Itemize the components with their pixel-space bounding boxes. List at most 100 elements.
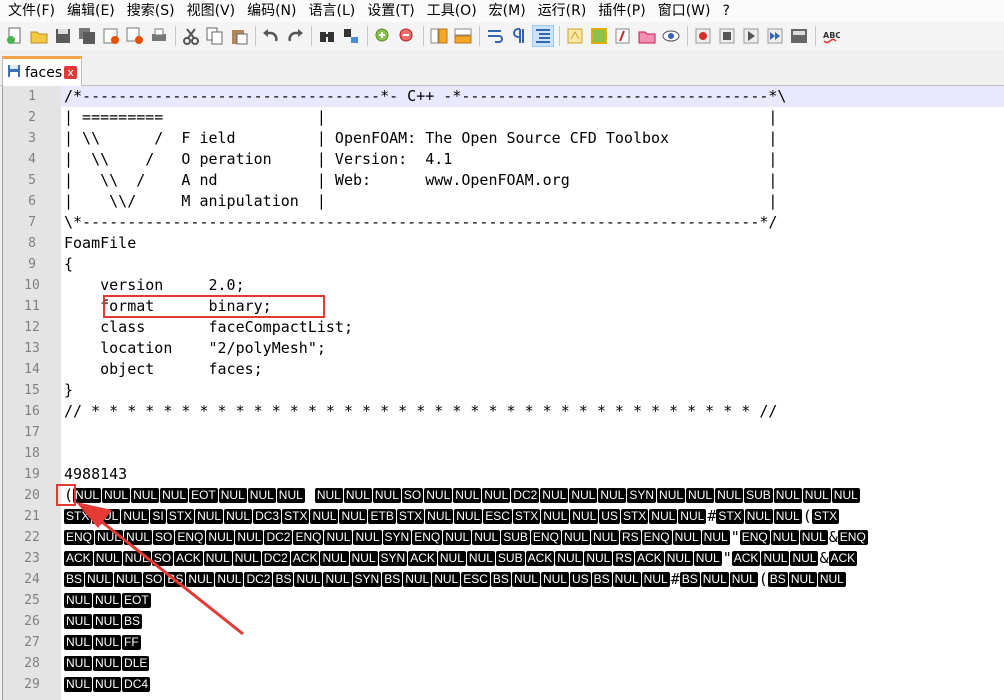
line-number: 25 <box>24 593 40 608</box>
code-area[interactable]: /*---------------------------------*- C+… <box>64 86 1004 700</box>
control-char-badge: NUL <box>224 509 253 524</box>
function-list-button[interactable] <box>612 25 634 47</box>
close-all-button[interactable] <box>124 25 146 47</box>
menu-item-1[interactable]: 编辑(E) <box>61 0 121 22</box>
close-icon[interactable]: x <box>64 66 78 79</box>
control-char-badge: STX <box>282 509 310 524</box>
control-char-badge: NUL <box>235 530 264 545</box>
replace-button[interactable] <box>340 25 362 47</box>
control-char-badge: NUL <box>686 488 715 503</box>
menu-item-5[interactable]: 语言(L) <box>303 0 362 22</box>
sync-horizontal-button[interactable] <box>452 25 474 47</box>
control-char-badge: NUL <box>64 614 93 629</box>
menu-item-4[interactable]: 编码(N) <box>241 0 302 22</box>
record-macro-button[interactable] <box>692 25 714 47</box>
sync-vertical-icon <box>430 28 448 44</box>
new-file-button[interactable] <box>4 25 26 47</box>
toolbar-separator <box>255 26 256 46</box>
code-line: | \\ / A nd | Web: www.OpenFOAM.org | <box>64 171 778 189</box>
show-all-chars-button[interactable] <box>508 25 530 47</box>
zoom-out-button[interactable] <box>396 25 418 47</box>
undo-button[interactable] <box>260 25 282 47</box>
control-char-badge: NUL <box>590 530 619 545</box>
menu-item-2[interactable]: 搜索(S) <box>121 0 181 22</box>
spell-check-button[interactable]: ABC <box>820 25 842 47</box>
stop-record-button[interactable] <box>716 25 738 47</box>
play-macro-icon <box>743 28 759 44</box>
code-line: location "2/polyMesh"; <box>64 339 326 357</box>
menu-item-0[interactable]: 文件(F) <box>2 0 61 22</box>
menu-item-3[interactable]: 视图(V) <box>181 0 242 22</box>
control-char-badge: NUL <box>799 530 828 545</box>
indent-guide-button[interactable] <box>532 25 554 47</box>
line-number: 3 <box>28 131 36 146</box>
binary-line: STX NUL NUL SI STX NUL NUL DC3 STX NUL NUL ETB STX NU… <box>64 506 840 527</box>
control-char-badge: NUL <box>64 593 93 608</box>
editor[interactable]: 1 2 3 4 5 6 7 8 9 10 11 12 13 14 15 16 17 18 19 20 21 22 23 24 2… <box>2 86 1004 700</box>
doc-map-button[interactable] <box>588 25 610 47</box>
zoom-out-icon <box>399 28 413 42</box>
paste-button[interactable] <box>228 25 250 47</box>
control-char-badge: BS <box>382 572 403 587</box>
function-list-icon <box>615 28 630 44</box>
control-char-badge: NUL <box>323 572 352 587</box>
control-char-badge: SO <box>151 551 174 566</box>
menu-item-8[interactable]: 宏(M) <box>483 0 532 22</box>
close-button[interactable] <box>100 25 122 47</box>
open-file-button[interactable] <box>28 25 50 47</box>
control-char-badge: BS <box>591 572 612 587</box>
menu-item-11[interactable]: 窗口(W) <box>652 0 717 22</box>
copy-button[interactable] <box>204 25 226 47</box>
control-char-badge: FF <box>122 635 141 650</box>
control-char-badge: NUL <box>790 551 819 566</box>
control-char-badge: ACK <box>408 551 437 566</box>
control-char-badge: NUL <box>203 551 232 566</box>
control-char-badge: NUL <box>343 488 372 503</box>
control-char-badge: NUL <box>693 551 722 566</box>
cut-button[interactable] <box>180 25 202 47</box>
monitor-button[interactable] <box>660 25 682 47</box>
udl-button[interactable] <box>564 25 586 47</box>
toolbar-separator <box>559 26 560 46</box>
control-char-badge: ACK <box>174 551 203 566</box>
control-char-badge: ACK <box>290 551 320 566</box>
play-macro-button[interactable] <box>740 25 762 47</box>
control-char-badge: NUL <box>93 656 122 671</box>
line-number: 27 <box>24 635 40 650</box>
find-button[interactable] <box>316 25 338 47</box>
menu-item-12[interactable]: ? <box>717 0 736 22</box>
menu-item-9[interactable]: 运行(R) <box>532 0 593 22</box>
control-char-badge: NUL <box>540 572 569 587</box>
code-line: | \\/ M anipulation | | <box>64 192 778 210</box>
undo-icon <box>263 29 278 42</box>
control-char-badge: SO <box>153 530 175 545</box>
tab-bar: faces x <box>0 52 1004 86</box>
control-char-badge: NUL <box>339 509 368 524</box>
tab-faces[interactable]: faces x <box>2 56 83 86</box>
word-wrap-button[interactable] <box>484 25 506 47</box>
control-char-badge: SO <box>401 488 424 503</box>
save-all-button[interactable] <box>76 25 98 47</box>
control-char-badge: STX <box>64 509 92 524</box>
save-button[interactable] <box>52 25 74 47</box>
control-char-badge: DC2 <box>511 488 540 503</box>
line-number-gutter: 1 2 3 4 5 6 7 8 9 10 11 12 13 14 15 16 17 18 19 20 21 22 23 24 2… <box>3 86 61 700</box>
menu-item-7[interactable]: 工具(O) <box>421 0 483 22</box>
control-char-badge: NUL <box>761 551 790 566</box>
binary-line: ENQ NUL NUL SO ENQ NUL NUL DC2 ENQ NUL NUL SYN ENQ NU… <box>64 527 869 548</box>
close-icon <box>103 28 119 44</box>
control-char-badge: NUL <box>195 509 224 524</box>
menu-item-10[interactable]: 插件(P) <box>592 0 651 22</box>
sync-vertical-button[interactable] <box>428 25 450 47</box>
menu-item-6[interactable]: 设置(T) <box>361 0 420 22</box>
run-macro-multiple-button[interactable] <box>764 25 786 47</box>
folder-workspace-button[interactable] <box>636 25 658 47</box>
code-line: | ========= | | <box>64 108 778 126</box>
control-char-badge: NUL <box>95 530 124 545</box>
close-all-icon <box>126 27 143 44</box>
control-char-badge: ENQ <box>412 530 443 545</box>
redo-button[interactable] <box>284 25 306 47</box>
print-button[interactable] <box>148 25 170 47</box>
zoom-in-button[interactable] <box>372 25 394 47</box>
save-macro-button[interactable] <box>788 25 810 47</box>
